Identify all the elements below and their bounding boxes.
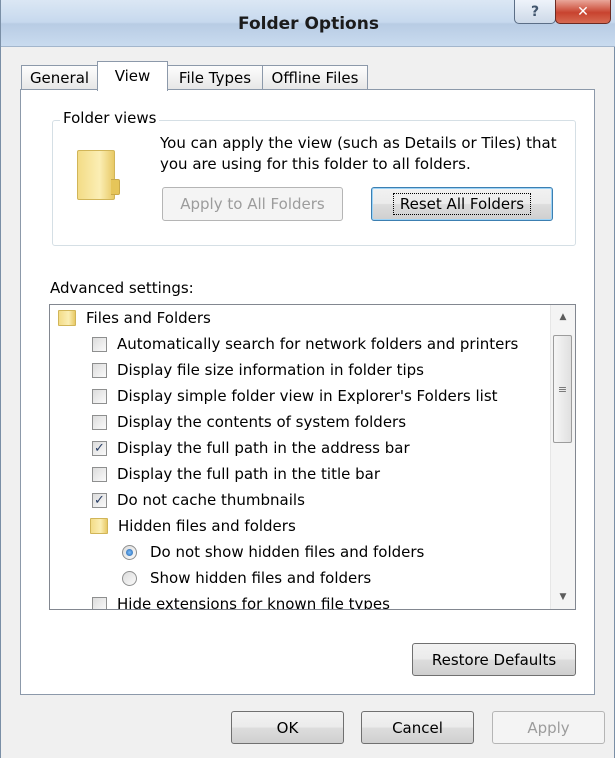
close-button[interactable]: ✕ <box>555 0 611 24</box>
advanced-settings-list[interactable]: Files and Folders Automatically search f… <box>49 304 576 610</box>
folder-icon <box>58 310 76 326</box>
checkbox-row[interactable]: ✓ Display the full path in the address b… <box>92 435 410 461</box>
radio-label: Show hidden files and folders <box>150 569 372 587</box>
list-item-label: Hidden files and folders <box>118 517 296 535</box>
tab-file-types[interactable]: File Types <box>167 65 263 90</box>
tree-node-hidden-files: Hidden files and folders <box>90 513 296 539</box>
list-item-label: Files and Folders <box>86 309 211 327</box>
checkbox-row[interactable]: Display simple folder view in Explorer's… <box>92 383 498 409</box>
checkbox[interactable] <box>92 336 107 352</box>
scroll-thumb[interactable]: ≡ <box>553 335 572 443</box>
checkbox-label: Display the full path in the address bar <box>117 439 410 457</box>
radio-row[interactable]: Do not show hidden files and folders <box>122 539 424 565</box>
checkbox-label: Do not cache thumbnails <box>117 491 305 509</box>
checkbox-label: Automatically search for network folders… <box>117 335 519 353</box>
checkbox-row[interactable]: Display file size information in folder … <box>92 357 424 383</box>
tab-general[interactable]: General <box>21 65 98 90</box>
checkbox-row[interactable]: Display the full path in the title bar <box>92 461 380 487</box>
folder-options-window: Folder Options ? ✕ General View File Typ… <box>0 0 615 758</box>
scroll-down-arrow-icon[interactable]: ▼ <box>551 587 575 607</box>
reset-all-folders-label: Reset All Folders <box>392 193 532 215</box>
radio[interactable] <box>122 570 137 586</box>
checkbox-row[interactable]: ✓ Do not cache thumbnails <box>92 487 305 513</box>
folder-icon <box>90 518 108 534</box>
radio-selected[interactable] <box>122 544 137 560</box>
scroll-up-arrow-icon[interactable]: ▲ <box>551 307 575 327</box>
vertical-scrollbar[interactable]: ▲ ≡ ▼ <box>550 305 575 609</box>
checkbox-row[interactable]: Hide extensions for known file types <box>92 591 390 610</box>
checkbox[interactable] <box>92 362 107 378</box>
folder-views-title: Folder views <box>60 109 160 127</box>
apply-button[interactable]: Apply <box>492 711 605 744</box>
checkbox-row[interactable]: Display the contents of system folders <box>92 409 406 435</box>
checkbox-row[interactable]: Automatically search for network folders… <box>92 331 518 357</box>
checkbox-label: Display the full path in the title bar <box>117 465 381 483</box>
checkbox-label: Display file size information in folder … <box>117 361 425 379</box>
cancel-button[interactable]: Cancel <box>361 711 474 744</box>
tab-offline-files[interactable]: Offline Files <box>262 65 368 90</box>
checkbox-checked[interactable]: ✓ <box>92 492 107 508</box>
tree-node-files-and-folders: Files and Folders <box>58 305 211 331</box>
ok-button[interactable]: OK <box>231 711 344 744</box>
checkbox-label: Display the contents of system folders <box>117 413 407 431</box>
checkbox[interactable] <box>92 596 107 609</box>
checkbox-label: Hide extensions for known file types <box>117 595 390 610</box>
title-bar[interactable]: Folder Options ? ✕ <box>1 0 615 47</box>
checkbox[interactable] <box>92 388 107 404</box>
apply-to-all-folders-button[interactable]: Apply to All Folders <box>162 187 343 221</box>
tab-view[interactable]: View <box>97 61 168 91</box>
help-button[interactable]: ? <box>514 0 556 24</box>
folder-icon <box>77 150 120 200</box>
checkbox-label: Display simple folder view in Explorer's… <box>117 387 498 405</box>
restore-defaults-button[interactable]: Restore Defaults <box>412 643 576 676</box>
reset-all-folders-button[interactable]: Reset All Folders <box>371 187 553 221</box>
folder-views-description: You can apply the view (such as Details … <box>160 134 557 173</box>
checkbox[interactable] <box>92 466 107 482</box>
checkbox[interactable] <box>92 414 107 430</box>
radio-row[interactable]: Show hidden files and folders <box>122 565 371 591</box>
checkbox-checked[interactable]: ✓ <box>92 440 107 456</box>
advanced-settings-label: Advanced settings: <box>50 279 194 297</box>
radio-label: Do not show hidden files and folders <box>150 543 425 561</box>
